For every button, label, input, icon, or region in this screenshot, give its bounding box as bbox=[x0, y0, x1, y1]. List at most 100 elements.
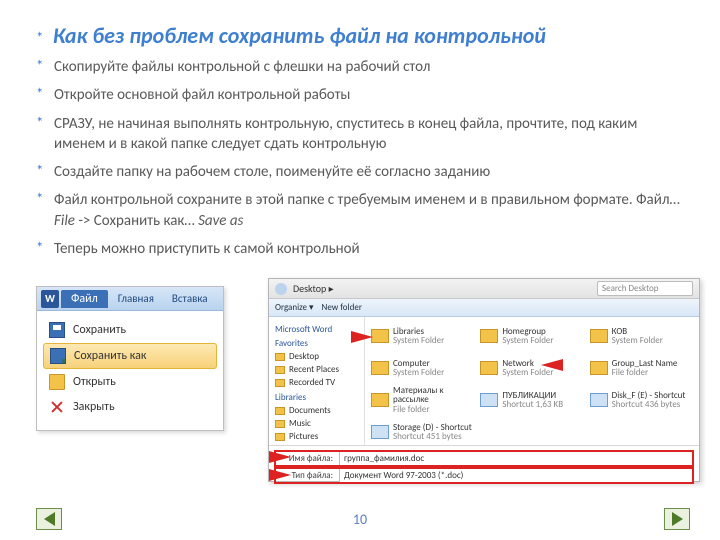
filename-field[interactable]: группа_фамилия.doc bbox=[339, 451, 693, 466]
bullet-list: Скопируйте файлы контрольной с флешки на… bbox=[0, 57, 720, 259]
sidebar-header: Microsoft Word bbox=[275, 324, 360, 335]
bullet-item: Теперь можно приступить к самой контроль… bbox=[36, 239, 690, 259]
sidebar-item[interactable]: Recorded TV bbox=[273, 376, 360, 389]
folder-icon bbox=[275, 379, 285, 387]
item-sub: System Folder bbox=[393, 367, 444, 378]
dialog-titlebar: Сохранение документа Desktop ▸ Search De… bbox=[269, 279, 699, 299]
word-ribbon-tabs: W Файл Главная Вставка bbox=[37, 287, 223, 311]
grid-item[interactable]: ПУБЛИКАЦИИShortcut 1,63 KB bbox=[480, 385, 583, 415]
grid-item[interactable]: Материалы к рассылкеFile folder bbox=[371, 385, 474, 415]
sidebar-header: Favorites bbox=[275, 338, 360, 349]
folder-icon bbox=[275, 353, 285, 361]
filename-row: Имя файла: группа_фамилия.doc bbox=[275, 451, 693, 466]
grid-item[interactable]: Storage (D) - ShortcutShortcut 451 bytes bbox=[371, 417, 474, 445]
dialog-file-grid: LibrariesSystem Folder HomegroupSystem F… bbox=[365, 317, 699, 445]
word-app-icon: W bbox=[41, 290, 59, 308]
item-sub: File folder bbox=[612, 367, 649, 378]
sidebar-item-label: Recorded TV bbox=[289, 377, 335, 388]
tab-insert[interactable]: Вставка bbox=[164, 290, 216, 307]
red-arrow-icon bbox=[269, 451, 291, 463]
save-as-dialog: Сохранение документа Desktop ▸ Search De… bbox=[268, 278, 700, 482]
word-file-menu: W Файл Главная Вставка Сохранить Сохрани… bbox=[36, 286, 224, 431]
prev-button[interactable] bbox=[36, 508, 62, 530]
grid-item[interactable]: ComputerSystem Folder bbox=[371, 353, 474, 383]
sidebar-item-desktop[interactable]: Desktop bbox=[273, 350, 360, 363]
next-button[interactable] bbox=[664, 508, 690, 530]
sidebar-item[interactable]: Documents bbox=[273, 404, 360, 417]
folder-icon bbox=[590, 329, 608, 343]
menu-label: Закрыть bbox=[73, 400, 115, 414]
grid-item[interactable]: КОВSystem Folder bbox=[590, 321, 693, 351]
bullet-item: Файл контрольной сохраните в этой папке … bbox=[36, 190, 690, 231]
title-asterisk: * bbox=[36, 30, 43, 48]
folder-icon bbox=[480, 329, 498, 343]
item-sub: File folder bbox=[393, 404, 430, 415]
slide-title-row: * Как без проблем сохранить файл на конт… bbox=[0, 0, 720, 49]
sidebar-item-label: Desktop bbox=[289, 351, 319, 362]
grid-item[interactable]: NetworkSystem Folder bbox=[480, 353, 583, 383]
breadcrumb[interactable]: Desktop ▸ bbox=[293, 282, 334, 295]
menu-label: Сохранить bbox=[73, 323, 126, 337]
red-arrow-icon bbox=[269, 469, 291, 481]
sidebar-item[interactable]: Pictures bbox=[273, 430, 360, 443]
sidebar-item-label: Music bbox=[289, 418, 311, 429]
grid-item[interactable]: HomegroupSystem Folder bbox=[480, 321, 583, 351]
bullet-item: СРАЗУ, не начиная выполнять контрольную,… bbox=[36, 114, 690, 155]
page-number: 10 bbox=[0, 511, 720, 528]
bullet-item: Создайте папку на рабочем столе, поимену… bbox=[36, 162, 690, 182]
folder-icon bbox=[275, 420, 285, 428]
dialog-body: Microsoft Word Favorites Desktop Recent … bbox=[269, 317, 699, 445]
sidebar-header: Libraries bbox=[275, 392, 360, 403]
folder-icon bbox=[371, 393, 389, 407]
tab-file[interactable]: Файл bbox=[61, 290, 108, 308]
folder-icon bbox=[371, 329, 389, 343]
save-icon bbox=[49, 322, 65, 338]
item-sub: Shortcut 451 bytes bbox=[393, 431, 462, 442]
item-sub: System Folder bbox=[393, 335, 444, 346]
grid-item[interactable]: LibrariesSystem Folder bbox=[371, 321, 474, 351]
item-sub: System Folder bbox=[612, 335, 663, 346]
chevron-left-icon bbox=[44, 512, 55, 526]
grid-item-target[interactable]: Group_Last NameFile folder bbox=[590, 353, 693, 383]
item-sub: Shortcut 1,63 KB bbox=[502, 399, 563, 410]
folder-icon bbox=[275, 366, 285, 374]
organize-button[interactable]: Organize ▾ bbox=[275, 302, 314, 313]
folder-icon bbox=[275, 407, 285, 415]
slide-title: Как без проблем сохранить файл на контро… bbox=[53, 22, 546, 49]
sidebar-item[interactable]: Videos bbox=[273, 443, 360, 445]
menu-save-as[interactable]: Сохранить как bbox=[43, 343, 217, 369]
tab-home[interactable]: Главная bbox=[110, 290, 162, 307]
menu-label: Открыть bbox=[73, 375, 116, 389]
search-input[interactable]: Search Desktop bbox=[597, 281, 693, 296]
dialog-toolbar: Organize ▾ New folder bbox=[269, 299, 699, 317]
item-title: Материалы к рассылке bbox=[393, 385, 444, 405]
file-menu-body: Сохранить Сохранить как Открыть Закрыть bbox=[37, 311, 223, 430]
filetype-field[interactable]: Документ Word 97-2003 (*.doc) bbox=[339, 468, 693, 483]
folder-icon bbox=[480, 361, 498, 375]
grid-item[interactable]: Disk_F (E) - ShortcutShortcut 436 bytes bbox=[590, 385, 693, 415]
red-arrow-icon bbox=[351, 331, 373, 343]
folder-icon bbox=[590, 361, 608, 375]
sidebar-item[interactable]: Recent Places bbox=[273, 363, 360, 376]
folder-icon bbox=[371, 361, 389, 375]
menu-save[interactable]: Сохранить bbox=[43, 318, 217, 342]
sidebar-item-label: Pictures bbox=[289, 431, 318, 442]
save-as-icon bbox=[50, 348, 66, 364]
nav-back-icon[interactable] bbox=[275, 283, 287, 295]
sidebar-item[interactable]: Music bbox=[273, 417, 360, 430]
sidebar-item-label: Documents bbox=[289, 405, 331, 416]
bullet-item: Скопируйте файлы контрольной с флешки на… bbox=[36, 57, 690, 77]
folder-icon bbox=[275, 433, 285, 441]
menu-close[interactable]: Закрыть bbox=[43, 395, 217, 419]
menu-open[interactable]: Открыть bbox=[43, 370, 217, 394]
shortcut-icon bbox=[590, 393, 608, 407]
item-sub: System Folder bbox=[502, 335, 553, 346]
shortcut-icon bbox=[371, 425, 389, 439]
figures-area: W Файл Главная Вставка Сохранить Сохрани… bbox=[36, 286, 702, 482]
red-arrow-icon bbox=[541, 359, 563, 371]
new-folder-button[interactable]: New folder bbox=[322, 302, 362, 313]
menu-label: Сохранить как bbox=[74, 349, 146, 363]
chevron-right-icon bbox=[672, 512, 683, 526]
item-sub: Shortcut 436 bytes bbox=[612, 399, 681, 410]
filetype-row: Тип файла: Документ Word 97-2003 (*.doc) bbox=[275, 468, 693, 483]
